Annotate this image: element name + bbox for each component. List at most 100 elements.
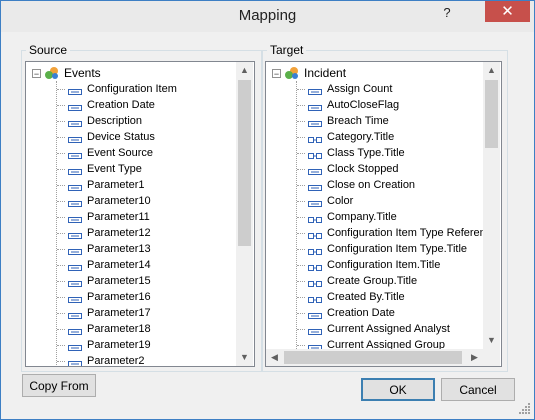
tree-branch-line [57, 281, 65, 282]
relationship-property-icon [308, 213, 322, 223]
source-tree-item[interactable]: Parameter18 [26, 321, 236, 337]
help-button[interactable]: ? [435, 3, 459, 23]
property-icon [68, 293, 82, 303]
tree-branch-line [57, 169, 65, 170]
tree-branch-line [297, 89, 305, 90]
tree-branch-line [297, 313, 305, 314]
tree-branch-line [297, 169, 305, 170]
property-icon [68, 341, 82, 351]
source-tree-item[interactable]: Parameter17 [26, 305, 236, 321]
scroll-up-arrow-icon[interactable]: ▲ [236, 62, 253, 79]
source-tree-item-label: Parameter10 [87, 195, 151, 207]
target-horizontal-scrollbar[interactable]: ◀ ▶ [266, 349, 483, 366]
source-tree-item[interactable]: Parameter1 [26, 177, 236, 193]
property-icon [68, 229, 82, 239]
target-label: Target [267, 42, 307, 58]
source-tree-item[interactable]: Description [26, 113, 236, 129]
target-tree-item[interactable]: Close on Creation [266, 177, 483, 193]
property-icon [68, 117, 82, 127]
target-root-node[interactable]: − Incident [266, 65, 483, 81]
property-icon [68, 325, 82, 335]
source-scroll-thumb[interactable] [238, 80, 251, 246]
target-hscroll-thumb[interactable] [284, 351, 462, 364]
target-tree-item[interactable]: Configuration Item Type Reference [266, 225, 497, 241]
tree-branch-line [297, 249, 305, 250]
target-tree-item-label: Configuration Item.Title [327, 259, 441, 271]
source-tree-item[interactable]: Parameter11 [26, 209, 236, 225]
tree-branch-line [57, 265, 65, 266]
property-icon [68, 149, 82, 159]
source-tree-item[interactable]: Parameter15 [26, 273, 236, 289]
target-tree-item[interactable]: Configuration Item.Title [266, 257, 483, 273]
property-icon [68, 85, 82, 95]
source-tree-item[interactable]: Parameter16 [26, 289, 236, 305]
target-tree-item[interactable]: Assign Count [266, 81, 483, 97]
collapse-icon[interactable]: − [32, 69, 41, 79]
property-icon [308, 101, 322, 111]
tree-branch-line [297, 153, 305, 154]
source-tree-item-label: Parameter18 [87, 323, 151, 335]
property-icon [308, 325, 322, 335]
property-icon [68, 309, 82, 319]
target-tree-item[interactable]: Company.Title [266, 209, 483, 225]
target-tree-item[interactable]: Create Group.Title [266, 273, 483, 289]
target-tree-item[interactable]: Creation Date [266, 305, 483, 321]
source-tree[interactable]: − Events Configuration Item Creation Date De… [25, 61, 255, 367]
target-tree-item-label: Configuration Item Type.Title [327, 243, 468, 255]
scroll-down-arrow-icon[interactable]: ▼ [483, 332, 500, 349]
entity-icon [44, 66, 60, 80]
title-bar: Mapping ? ✕ [1, 1, 534, 32]
relationship-property-icon [308, 245, 322, 255]
target-tree-item[interactable]: Current Assigned Analyst [266, 321, 483, 337]
tree-branch-line [297, 265, 305, 266]
source-root-node[interactable]: − Events [26, 65, 236, 81]
source-tree-item-label: Creation Date [87, 99, 155, 111]
source-tree-item-label: Parameter14 [87, 259, 151, 271]
tree-branch-line [297, 217, 305, 218]
source-tree-item-label: Device Status [87, 131, 155, 143]
tree-branch-line [57, 345, 65, 346]
collapse-icon[interactable]: − [272, 69, 281, 79]
source-tree-item[interactable]: Creation Date [26, 97, 236, 113]
scroll-right-arrow-icon[interactable]: ▶ [466, 349, 483, 366]
source-tree-item[interactable]: Parameter19 [26, 337, 236, 353]
property-icon [68, 181, 82, 191]
target-tree-item[interactable]: Category.Title [266, 129, 483, 145]
scroll-up-arrow-icon[interactable]: ▲ [483, 62, 500, 79]
target-tree-item[interactable]: Configuration Item Type.Title [266, 241, 483, 257]
target-vertical-scrollbar[interactable]: ▲ ▼ [483, 62, 500, 349]
source-tree-item[interactable]: Configuration Item [26, 81, 236, 97]
target-tree-item-label: Configuration Item Type Reference [327, 227, 498, 239]
target-tree[interactable]: − Incident Assign Count AutoCloseFlag Breach… [265, 61, 502, 367]
scrollbar-corner [483, 349, 500, 366]
target-tree-item[interactable]: AutoCloseFlag [266, 97, 483, 113]
scroll-down-arrow-icon[interactable]: ▼ [236, 349, 253, 366]
target-tree-item[interactable]: Color [266, 193, 483, 209]
ok-button[interactable]: OK [361, 378, 435, 401]
source-tree-item[interactable]: Parameter12 [26, 225, 236, 241]
source-vertical-scrollbar[interactable]: ▲ ▼ [236, 62, 253, 366]
close-button[interactable]: ✕ [485, 1, 530, 22]
source-tree-item[interactable]: Event Source [26, 145, 236, 161]
relationship-property-icon [308, 293, 322, 303]
cancel-button[interactable]: Cancel [441, 378, 515, 401]
tree-branch-line [57, 89, 65, 90]
resize-grip-icon[interactable] [517, 401, 531, 415]
target-tree-item[interactable]: Created By.Title [266, 289, 483, 305]
source-tree-item[interactable]: Parameter2 [26, 353, 236, 366]
source-tree-item[interactable]: Parameter14 [26, 257, 236, 273]
target-tree-item[interactable]: Breach Time [266, 113, 483, 129]
source-tree-item-label: Parameter17 [87, 307, 151, 319]
target-tree-item[interactable]: Class Type.Title [266, 145, 483, 161]
source-tree-item[interactable]: Parameter10 [26, 193, 236, 209]
scroll-left-arrow-icon[interactable]: ◀ [266, 349, 283, 366]
target-tree-item[interactable]: Clock Stopped [266, 161, 483, 177]
target-tree-item-label: Company.Title [327, 211, 397, 223]
source-tree-item[interactable]: Event Type [26, 161, 236, 177]
tree-branch-line [57, 217, 65, 218]
tree-branch-line [297, 121, 305, 122]
source-tree-item[interactable]: Device Status [26, 129, 236, 145]
target-scroll-thumb[interactable] [485, 80, 498, 148]
copy-from-button[interactable]: Copy From [22, 374, 96, 397]
source-tree-item[interactable]: Parameter13 [26, 241, 236, 257]
